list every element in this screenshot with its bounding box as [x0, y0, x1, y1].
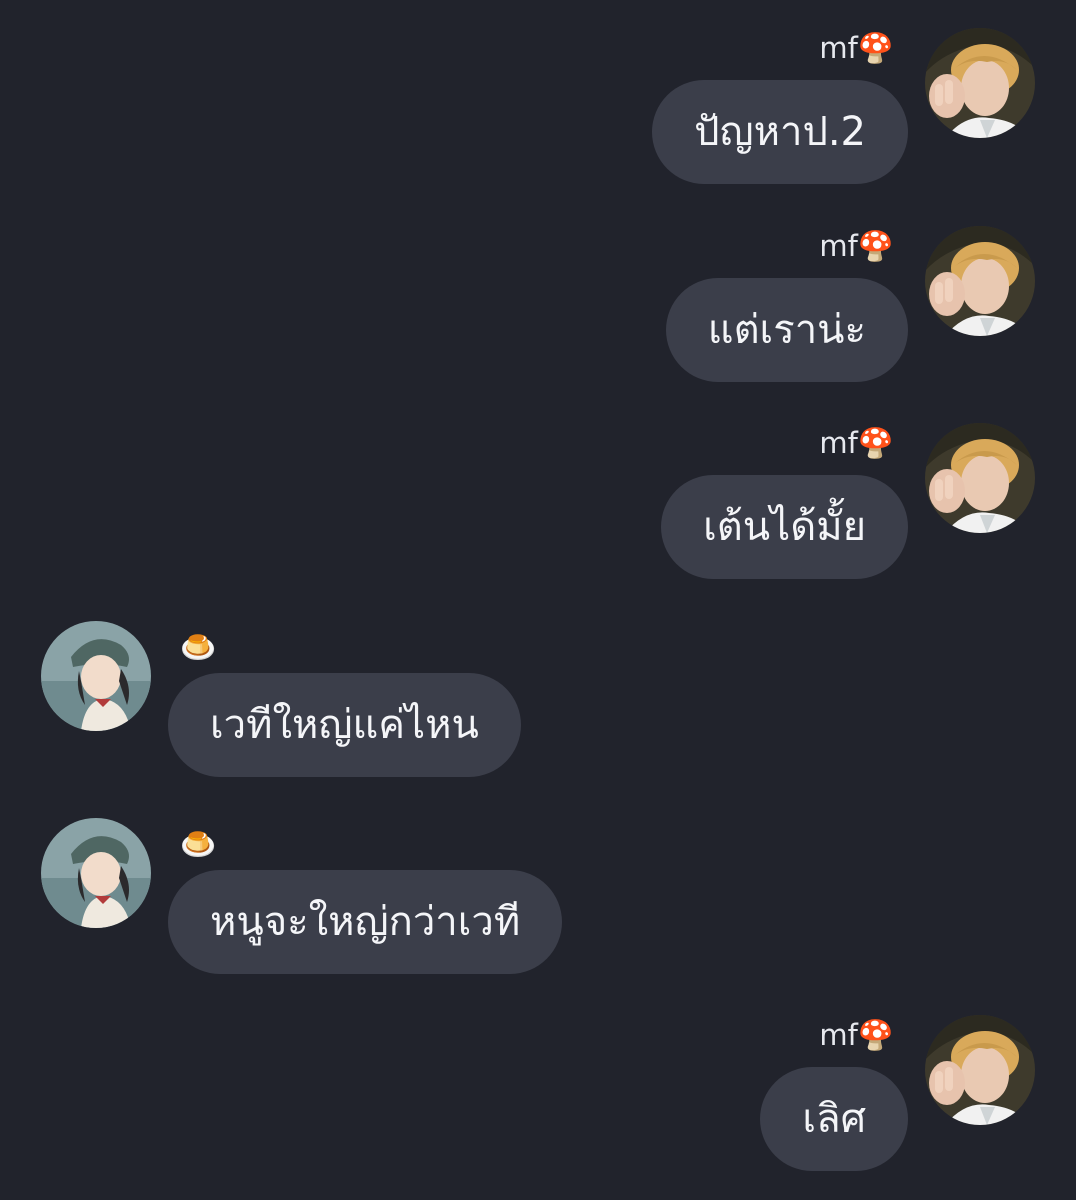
message-bubble[interactable]: ปัญหาป.2 — [652, 80, 908, 184]
pudding-icon: 🍮 — [180, 630, 217, 664]
mushroom-icon: 🍄 — [857, 31, 894, 65]
message-bubble[interactable]: เวทีใหญ่แค่ไหน — [168, 673, 521, 777]
sender-avatar-pudding[interactable] — [41, 621, 151, 731]
sender-name: 🍮 — [180, 826, 216, 862]
sender-avatar-mf[interactable] — [925, 226, 1035, 336]
chat-thread: mf🍄 ปัญหาป.2 mf🍄 แต่เราน่ะ mf🍄 เต้นได้มั… — [0, 0, 1076, 1200]
child-hat-avatar-icon — [41, 621, 151, 731]
sender-name: 🍮 — [180, 629, 216, 665]
mushroom-icon: 🍄 — [857, 229, 894, 263]
sender-avatar-mf[interactable] — [925, 423, 1035, 533]
pudding-icon: 🍮 — [180, 827, 217, 861]
message-bubble[interactable]: เต้นได้มั้ย — [661, 475, 908, 579]
sender-name: mf🍄 — [819, 1018, 894, 1052]
mushroom-icon: 🍄 — [857, 1018, 894, 1052]
sender-name: mf🍄 — [819, 229, 894, 263]
blond-selfie-avatar-icon — [925, 1015, 1035, 1125]
blond-selfie-avatar-icon — [925, 423, 1035, 533]
message-bubble[interactable]: แต่เราน่ะ — [665, 278, 908, 382]
message-bubble[interactable]: เลิศ — [760, 1067, 908, 1171]
sender-avatar-mf[interactable] — [925, 1015, 1035, 1125]
message-bubble[interactable]: หนูจะใหญ่กว่าเวที — [168, 870, 563, 974]
sender-name: mf🍄 — [819, 426, 894, 460]
mushroom-icon: 🍄 — [857, 426, 894, 460]
blond-selfie-avatar-icon — [925, 28, 1035, 138]
sender-avatar-pudding[interactable] — [41, 818, 151, 928]
blond-selfie-avatar-icon — [925, 226, 1035, 336]
sender-avatar-mf[interactable] — [925, 28, 1035, 138]
sender-name: mf🍄 — [819, 31, 894, 65]
child-hat-avatar-icon — [41, 818, 151, 928]
